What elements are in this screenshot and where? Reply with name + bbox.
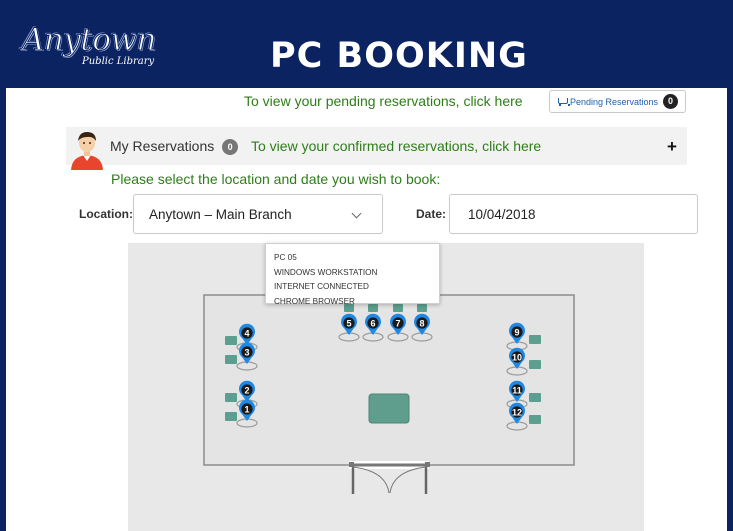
reservations-count-badge: 0 — [222, 139, 239, 155]
my-reservations-text: My Reservations — [110, 138, 215, 154]
pc-number-label: 4 — [244, 328, 249, 338]
pending-reservations-link[interactable]: To view your pending reservations, click… — [244, 93, 523, 109]
pc-number-label: 1 — [244, 404, 249, 414]
tooltip-line-pc: PC 05 — [274, 253, 297, 262]
date-label: Date: — [416, 207, 447, 221]
pc-number-label: 10 — [512, 352, 522, 362]
my-reservations-label[interactable]: My Reservations 0 — [110, 138, 239, 155]
door-right-swing — [389, 466, 427, 494]
room-outline — [203, 294, 575, 466]
desk-chair-3 — [225, 355, 237, 364]
desk-chair-12 — [529, 415, 541, 424]
logo-script: Anytown — [22, 22, 158, 59]
pc-number-label: 12 — [512, 407, 522, 417]
door-post-left — [349, 462, 354, 467]
confirmed-reservations-link[interactable]: To view your confirmed reservations, cli… — [251, 138, 541, 154]
desk-chair-9 — [529, 335, 541, 344]
location-value: Anytown – Main Branch — [149, 207, 292, 222]
center-table — [368, 393, 410, 424]
tooltip-line-browser: CHROME BROWSER — [274, 296, 355, 306]
tooltip-line-internet: INTERNET CONNECTED — [274, 282, 369, 291]
date-input[interactable] — [449, 194, 698, 234]
pc-tooltip: PC 05 WINDOWS WORKSTATION INTERNET CONNE… — [265, 243, 440, 306]
pending-count-badge: 0 — [663, 94, 679, 109]
logo-subtitle: Public Library — [82, 56, 155, 67]
desk-chair-1 — [225, 412, 237, 421]
desk-chair-11 — [529, 393, 541, 402]
chevron-down-icon — [351, 208, 362, 219]
pc-number-label: 8 — [419, 318, 424, 328]
pc-number-label: 3 — [244, 347, 249, 357]
library-logo[interactable]: Anytown Public Library — [22, 22, 172, 72]
pending-reservations-button[interactable]: Pending Reservations 0 — [549, 90, 686, 113]
pc-number-label: 2 — [244, 385, 249, 395]
location-label: Location: — [79, 207, 133, 221]
pc-number-label: 9 — [514, 327, 519, 337]
pending-button-label: Pending Reservations — [569, 96, 659, 107]
pc-number-label: 7 — [395, 318, 400, 328]
desk-chair-2 — [225, 393, 237, 402]
desk-chair-10 — [529, 360, 541, 369]
expand-plus-icon[interactable]: + — [667, 137, 677, 157]
pc-number-label: 5 — [346, 318, 351, 328]
page-title: PC BOOKING — [270, 36, 528, 76]
header-bar: Anytown Public Library PC BOOKING — [0, 0, 733, 88]
pc-number-label: 6 — [370, 318, 375, 328]
door-post-right — [425, 462, 430, 467]
location-select[interactable]: Anytown – Main Branch — [133, 194, 383, 234]
tooltip-line-os: WINDOWS WORKSTATION — [274, 267, 378, 277]
user-avatar-icon — [71, 132, 103, 170]
pc-number-label: 11 — [512, 385, 522, 395]
door-left-swing — [352, 466, 390, 494]
cart-icon — [557, 97, 570, 106]
booking-prompt: Please select the location and date you … — [111, 171, 441, 187]
desk-chair-4 — [225, 336, 237, 345]
